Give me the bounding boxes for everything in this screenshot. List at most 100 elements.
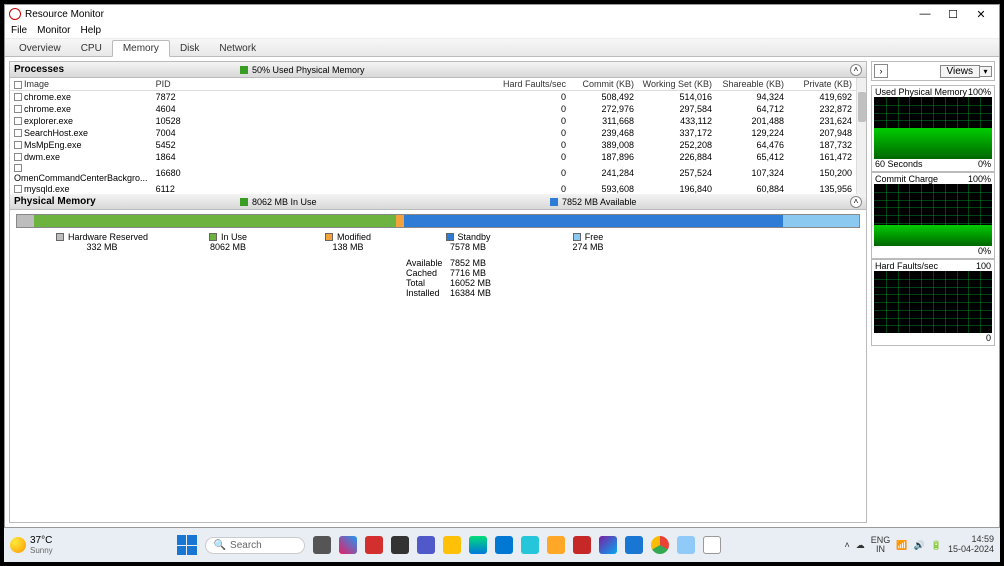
table-row[interactable]: SearchHost.exe70040239,468337,172129,224… (10, 127, 856, 139)
table-row[interactable]: mysqld.exe61120593,608196,84060,884135,9… (10, 183, 856, 195)
system-tray[interactable]: ˄ ☁ ENG IN 📶 🔊 🔋 14:59 15-04-2024 (845, 535, 994, 555)
tab-overview[interactable]: Overview (9, 41, 71, 56)
store-icon[interactable] (495, 536, 513, 554)
row-checkbox[interactable] (14, 129, 22, 137)
app-icon-7[interactable] (677, 536, 695, 554)
membar-standby (404, 215, 783, 227)
tray-chevron-icon[interactable]: ˄ (845, 540, 850, 550)
memory-summary: Available7852 MBCached7716 MBTotal16052 … (406, 258, 860, 298)
views-button[interactable]: Views (940, 65, 981, 78)
graph-foot-right: 0% (978, 246, 991, 256)
collapse-physmem-icon[interactable]: ˄ (850, 196, 862, 208)
close-button[interactable]: ✕ (967, 8, 995, 21)
sound-icon[interactable]: 🔊 (914, 540, 925, 551)
app-icon (9, 8, 21, 20)
graph-max: 100% (968, 87, 991, 97)
views-dropdown-icon[interactable]: ▾ (980, 66, 992, 77)
weather-widget[interactable]: 37°C Sunny (10, 535, 53, 555)
legend-item: In Use8062 MB (188, 232, 268, 252)
col-private[interactable]: Private (KB) (788, 78, 856, 91)
row-checkbox[interactable] (14, 117, 22, 125)
wifi-icon[interactable]: 📶 (896, 540, 907, 551)
avail-color-icon (550, 198, 558, 206)
row-checkbox[interactable] (14, 164, 22, 172)
col-hardfaults[interactable]: Hard Faults/sec (200, 78, 570, 91)
col-commit[interactable]: Commit (KB) (570, 78, 638, 91)
table-row[interactable]: OmenCommandCenterBackgro...166800241,284… (10, 163, 856, 183)
resmon-icon[interactable] (703, 536, 721, 554)
tab-bar: Overview CPU Memory Disk Network (5, 39, 999, 57)
col-shareable[interactable]: Shareable (KB) (716, 78, 788, 91)
col-image[interactable]: Image (10, 78, 152, 91)
physmem-body: Hardware Reserved332 MBIn Use8062 MBModi… (10, 210, 866, 522)
graph-foot-right: 0 (986, 333, 991, 343)
table-row[interactable]: dwm.exe18640187,896226,88465,412161,472 (10, 151, 856, 163)
inuse-color-icon (240, 198, 248, 206)
taskview-icon[interactable] (313, 536, 331, 554)
mcafee-icon[interactable] (573, 536, 591, 554)
table-row[interactable]: chrome.exe78720508,492514,01694,324419,6… (10, 91, 856, 103)
table-row[interactable]: chrome.exe46040272,976297,58464,712232,8… (10, 103, 856, 115)
maximize-button[interactable]: ☐ (939, 8, 967, 21)
graph-canvas (874, 271, 992, 333)
expand-side-icon[interactable]: › (874, 64, 888, 78)
taskbar-search[interactable]: 🔍 Search (205, 537, 305, 554)
processes-title: Processes (14, 64, 64, 75)
app-icon-1[interactable] (365, 536, 383, 554)
menubar: File Monitor Help (5, 23, 999, 39)
edge-icon[interactable] (469, 536, 487, 554)
menu-monitor[interactable]: Monitor (37, 25, 70, 36)
menu-help[interactable]: Help (80, 25, 101, 36)
minimize-button[interactable]: — (911, 8, 939, 20)
membar-free (783, 215, 859, 227)
app-icon-4[interactable] (547, 536, 565, 554)
start-button[interactable] (177, 535, 197, 555)
graph-foot-left: 60 Seconds (875, 159, 923, 169)
processes-table: Image PID Hard Faults/sec Commit (KB) Wo… (10, 78, 866, 194)
row-checkbox[interactable] (14, 185, 22, 193)
graph-title: Used Physical Memory (875, 87, 967, 97)
membar-modified (396, 215, 404, 227)
row-checkbox[interactable] (14, 93, 22, 101)
taskbar[interactable]: 37°C Sunny 🔍 Search ˄ ☁ ENG IN 📶 (4, 528, 1000, 562)
explorer-icon[interactable] (443, 536, 461, 554)
app-icon-6[interactable] (625, 536, 643, 554)
row-checkbox[interactable] (14, 141, 22, 149)
chrome-icon[interactable] (651, 536, 669, 554)
titlebar[interactable]: Resource Monitor — ☐ ✕ (5, 5, 999, 23)
tab-network[interactable]: Network (209, 41, 266, 56)
tab-memory[interactable]: Memory (112, 40, 170, 57)
row-checkbox[interactable] (14, 105, 22, 113)
clock[interactable]: 14:59 15-04-2024 (948, 535, 994, 555)
col-workingset[interactable]: Working Set (KB) (638, 78, 716, 91)
processes-header[interactable]: Processes 50% Used Physical Memory ˄ (10, 62, 866, 78)
app-icon-2[interactable] (391, 536, 409, 554)
lang-2[interactable]: IN (871, 545, 891, 554)
select-all-checkbox[interactable] (14, 81, 22, 89)
window-title: Resource Monitor (25, 9, 104, 20)
graph-canvas (874, 97, 992, 159)
battery-icon[interactable]: 🔋 (931, 540, 942, 551)
membar-inuse (34, 215, 396, 227)
table-scrollbar[interactable] (856, 78, 866, 194)
row-checkbox[interactable] (14, 153, 22, 161)
onedrive-icon[interactable]: ☁ (856, 540, 865, 551)
col-pid[interactable]: PID (152, 78, 200, 91)
table-row[interactable]: MsMpEng.exe54520389,008252,20864,476187,… (10, 139, 856, 151)
table-row[interactable]: explorer.exe105280311,668433,112201,4882… (10, 115, 856, 127)
graph-panel: Hard Faults/sec1000 (871, 259, 995, 346)
collapse-processes-icon[interactable]: ˄ (850, 64, 862, 76)
tab-cpu[interactable]: CPU (71, 41, 112, 56)
tab-disk[interactable]: Disk (170, 41, 209, 56)
legend-item: Hardware Reserved332 MB (56, 232, 148, 252)
processes-stat: 50% Used Physical Memory (252, 65, 365, 75)
legend-item: Free274 MB (548, 232, 628, 252)
menu-file[interactable]: File (11, 25, 27, 36)
app-icon-3[interactable] (521, 536, 539, 554)
app-icon-5[interactable] (599, 536, 617, 554)
stat-color-icon (240, 66, 248, 74)
copilot-icon[interactable] (339, 536, 357, 554)
summary-row: Available7852 MB (406, 258, 860, 268)
physmem-header[interactable]: Physical Memory 8062 MB In Use 7852 MB A… (10, 194, 866, 210)
teams-icon[interactable] (417, 536, 435, 554)
